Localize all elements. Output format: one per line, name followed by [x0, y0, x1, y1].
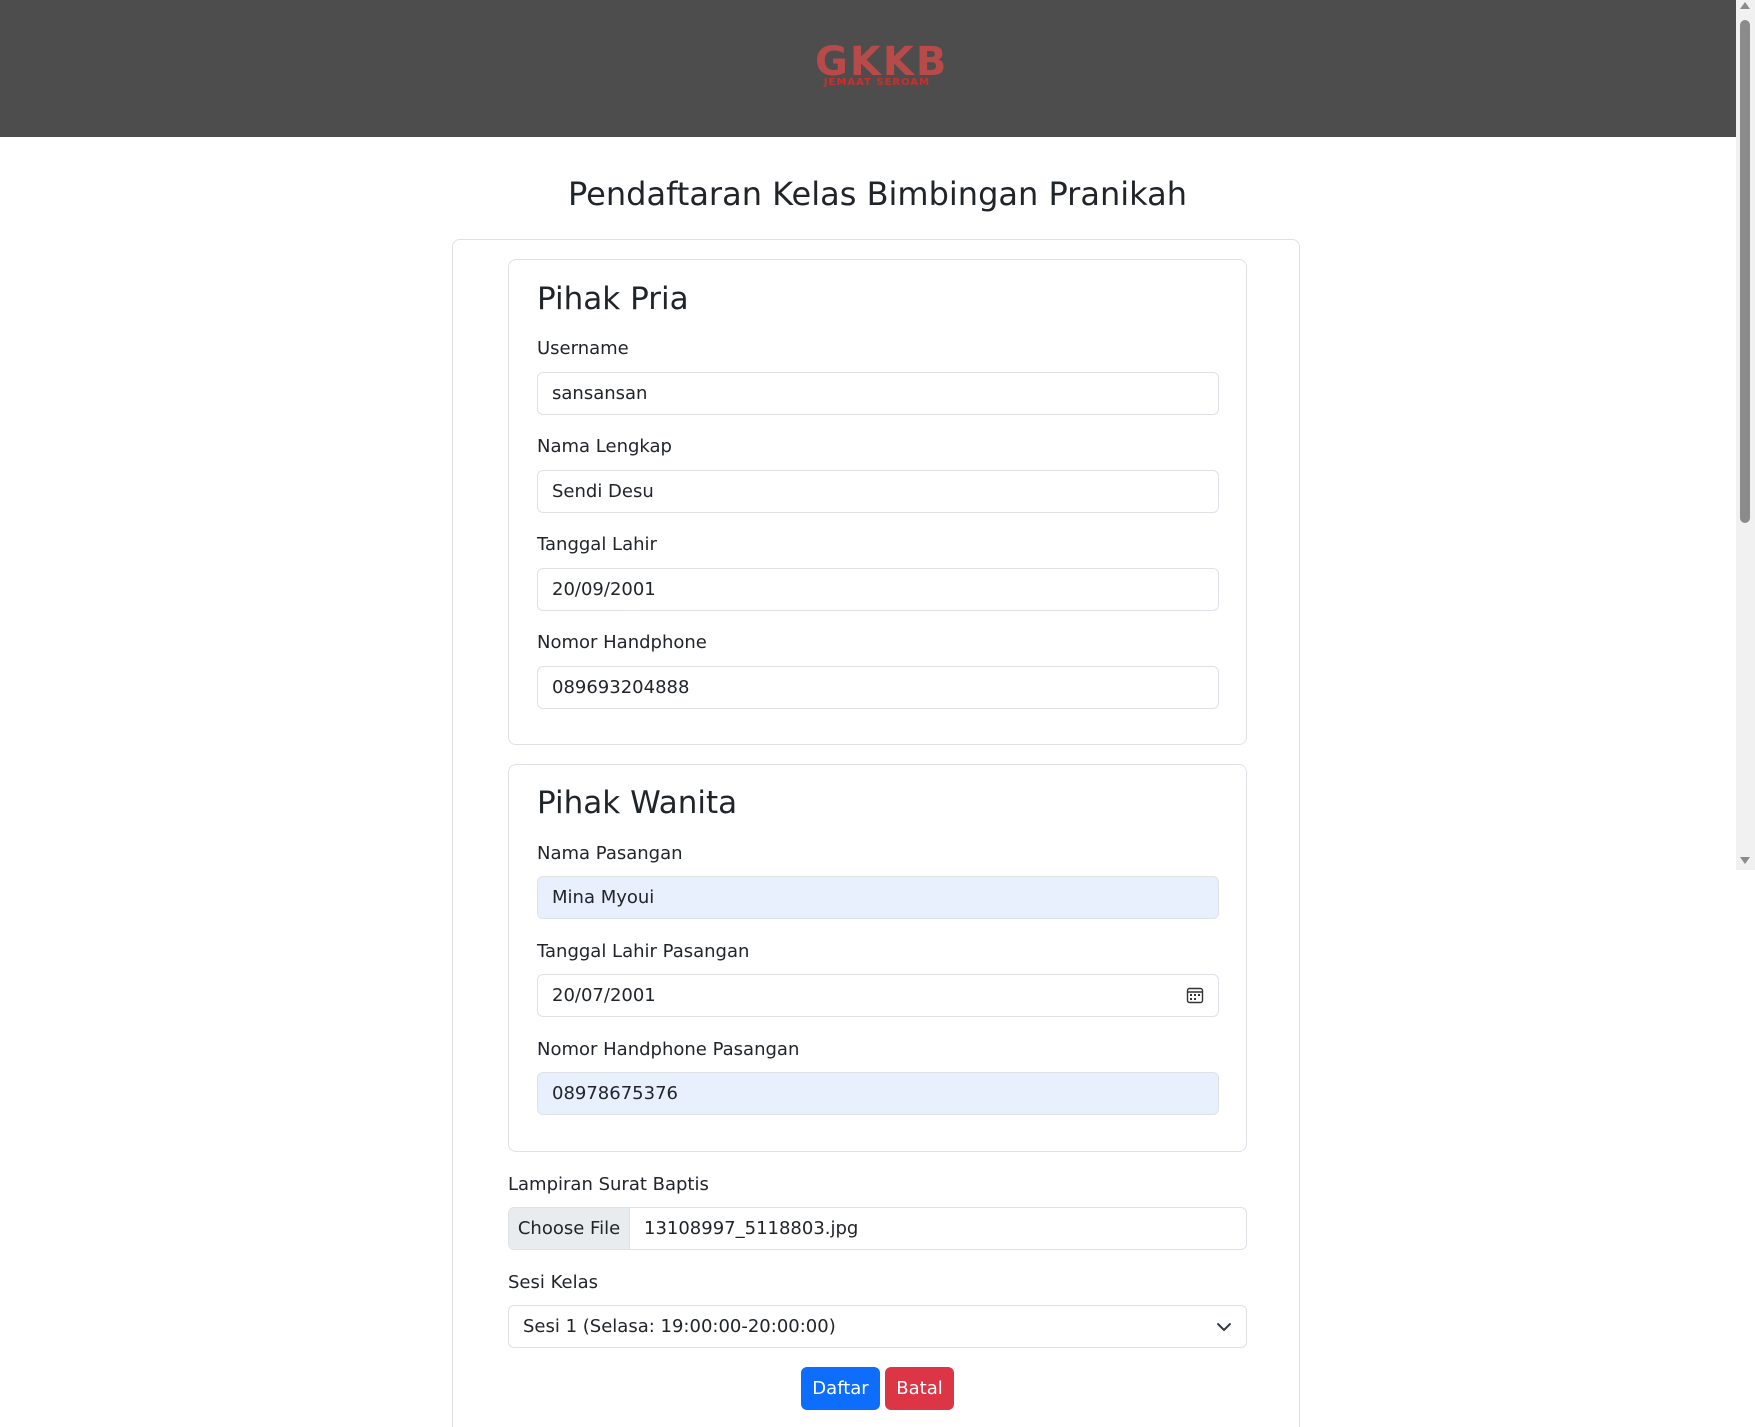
nomor-handphone-pasangan-label: Nomor Handphone Pasangan — [537, 1039, 800, 1060]
chevron-down-icon — [1217, 1323, 1231, 1331]
sesi-kelas-selected-value: Sesi 1 (Selasa: 19:00:00-20:00:00) — [523, 1316, 836, 1337]
tanggal-lahir-label: Tanggal Lahir — [537, 534, 657, 555]
tanggal-lahir-input[interactable]: 20/09/2001 — [537, 568, 1219, 611]
section-pihak-pria: Pihak Pria Username sansansan Nama Lengk… — [508, 259, 1247, 745]
selected-file-name: 13108997_5118803.jpg — [644, 1218, 859, 1239]
sesi-kelas-label: Sesi Kelas — [508, 1272, 598, 1293]
username-label: Username — [537, 338, 629, 359]
lampiran-file-input[interactable]: Choose File 13108997_5118803.jpg — [508, 1207, 1247, 1250]
sesi-kelas-select[interactable]: Sesi 1 (Selasa: 19:00:00-20:00:00) — [508, 1305, 1247, 1348]
gkkb-logo[interactable]: GKKB JEMAAT SEROAM — [815, 39, 949, 92]
section-pihak-wanita: Pihak Wanita Nama Pasangan Mina Myoui Ta… — [508, 764, 1247, 1152]
section-title-pria: Pihak Pria — [537, 281, 689, 317]
section-title-wanita: Pihak Wanita — [537, 785, 738, 821]
nama-lengkap-label: Nama Lengkap — [537, 436, 672, 457]
batal-button[interactable]: Batal — [885, 1367, 954, 1410]
nama-pasangan-input[interactable]: Mina Myoui — [537, 876, 1219, 919]
lampiran-surat-baptis-label: Lampiran Surat Baptis — [508, 1174, 709, 1195]
tanggal-lahir-pasangan-value: 20/07/2001 — [552, 985, 656, 1006]
tanggal-lahir-pasangan-label: Tanggal Lahir Pasangan — [537, 941, 750, 962]
nama-lengkap-input[interactable]: Sendi Desu — [537, 470, 1219, 513]
tanggal-lahir-pasangan-input[interactable]: 20/07/2001 — [537, 974, 1219, 1017]
choose-file-button[interactable]: Choose File — [509, 1208, 630, 1249]
page: GKKB JEMAAT SEROAM Pendaftaran Kelas Bim… — [0, 0, 1755, 1427]
nomor-handphone-label: Nomor Handphone — [537, 632, 707, 653]
nomor-handphone-input[interactable]: 089693204888 — [537, 666, 1219, 709]
scroll-down-arrow-icon[interactable] — [1740, 857, 1750, 864]
username-input[interactable]: sansansan — [537, 372, 1219, 415]
nomor-handphone-pasangan-input[interactable]: 08978675376 — [537, 1072, 1219, 1115]
header-bar: GKKB JEMAAT SEROAM — [0, 0, 1736, 137]
daftar-button[interactable]: Daftar — [801, 1367, 880, 1410]
page-title: Pendaftaran Kelas Bimbingan Pranikah — [568, 175, 1187, 213]
nama-pasangan-label: Nama Pasangan — [537, 843, 683, 864]
scrollbar-thumb[interactable] — [1740, 20, 1750, 523]
logo-text: GKKB — [815, 39, 949, 85]
calendar-icon[interactable] — [1186, 986, 1204, 1004]
scroll-up-arrow-icon[interactable] — [1740, 2, 1750, 9]
logo-subtext: JEMAAT SEROAM — [823, 77, 931, 88]
